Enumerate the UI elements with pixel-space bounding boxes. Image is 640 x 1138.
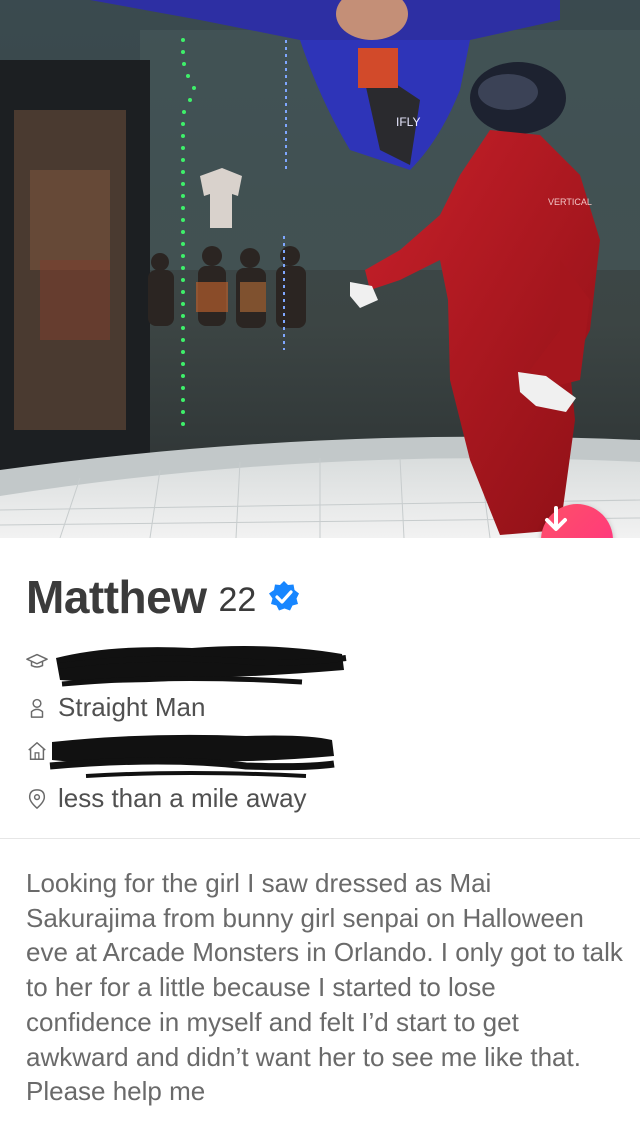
gender-text: Straight Man	[58, 692, 206, 722]
redaction-mark	[56, 646, 347, 687]
graduation-cap-icon	[26, 653, 48, 668]
house-icon	[28, 742, 46, 760]
gender-row: Straight Man	[26, 692, 205, 723]
profile-photo[interactable]: IFLY VERTICAL	[0, 0, 640, 538]
profile-bio: Looking for the girl I saw dressed as Ma…	[26, 868, 623, 1107]
suit-brand-text: IFLY	[396, 115, 420, 129]
location-pin-icon	[28, 788, 46, 809]
profile-age: 22	[218, 580, 257, 619]
profile-name: Matthew	[26, 571, 207, 623]
arrow-down-icon	[545, 506, 567, 531]
person-icon	[30, 698, 44, 718]
photo-illustration: IFLY VERTICAL	[0, 0, 640, 538]
distance-text: less than a mile away	[58, 783, 307, 813]
verified-badge-icon	[266, 579, 302, 620]
sign-text: VERTICAL	[548, 197, 592, 207]
section-divider	[0, 838, 640, 839]
distance-row: less than a mile away	[26, 783, 307, 814]
redaction-mark	[49, 734, 335, 778]
profile-header: Matthew 22	[26, 570, 302, 624]
